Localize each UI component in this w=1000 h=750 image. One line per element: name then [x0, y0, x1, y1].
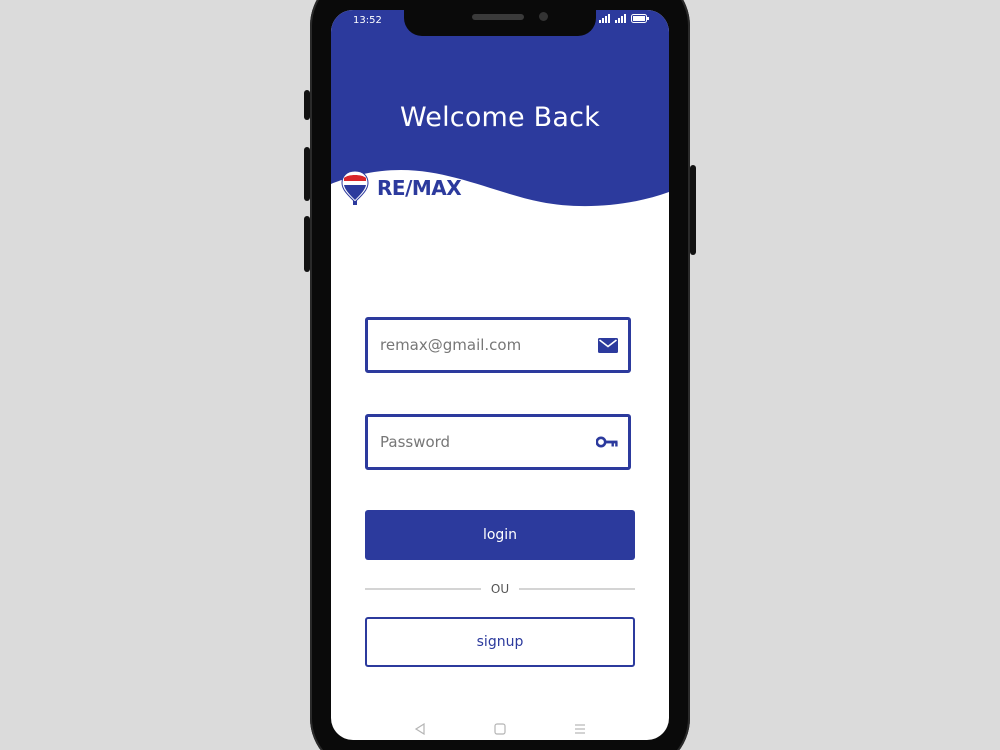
login-button[interactable]: login: [365, 510, 635, 560]
back-icon: [414, 723, 425, 735]
or-divider: OU: [365, 580, 636, 598]
phone-screen: 13:52 Welcome Back RE/MAX remax@gmail.co…: [331, 10, 669, 740]
volume-up-button: [304, 90, 310, 120]
camera: [539, 12, 548, 21]
menu-icon: [575, 724, 585, 734]
password-input[interactable]: [378, 432, 582, 452]
welcome-title: Welcome Back: [399, 102, 601, 133]
signal-icon: [615, 14, 626, 23]
signup-button[interactable]: signup: [365, 617, 635, 667]
divider-label: OU: [490, 582, 510, 596]
divider-line-right: [519, 588, 636, 590]
signal-icon: [599, 14, 610, 23]
home-icon: [494, 723, 506, 735]
status-time: 13:52: [353, 15, 382, 26]
menu-button[interactable]: [570, 719, 590, 739]
password-field[interactable]: [365, 414, 631, 470]
logo-text: RE/MAX: [377, 176, 462, 200]
stage: 13:52 Welcome Back RE/MAX remax@gmail.co…: [0, 0, 1000, 750]
remax-logo: RE/MAX: [341, 170, 462, 206]
back-button[interactable]: [410, 719, 430, 739]
phone-notch: [404, 10, 596, 36]
email-field[interactable]: [365, 317, 631, 373]
silent-button: [304, 216, 310, 272]
status-icons: [599, 14, 649, 23]
key-icon: [596, 436, 618, 448]
speaker: [472, 14, 524, 20]
battery-icon: [631, 14, 649, 23]
email-input[interactable]: [378, 335, 582, 355]
envelope-icon: [598, 337, 618, 353]
divider-line-left: [365, 588, 481, 590]
volume-down-button: [304, 147, 310, 201]
navigation-bar: [331, 718, 669, 740]
power-button: [690, 165, 696, 255]
home-button[interactable]: [490, 719, 510, 739]
balloon-logo-icon: [341, 170, 369, 205]
